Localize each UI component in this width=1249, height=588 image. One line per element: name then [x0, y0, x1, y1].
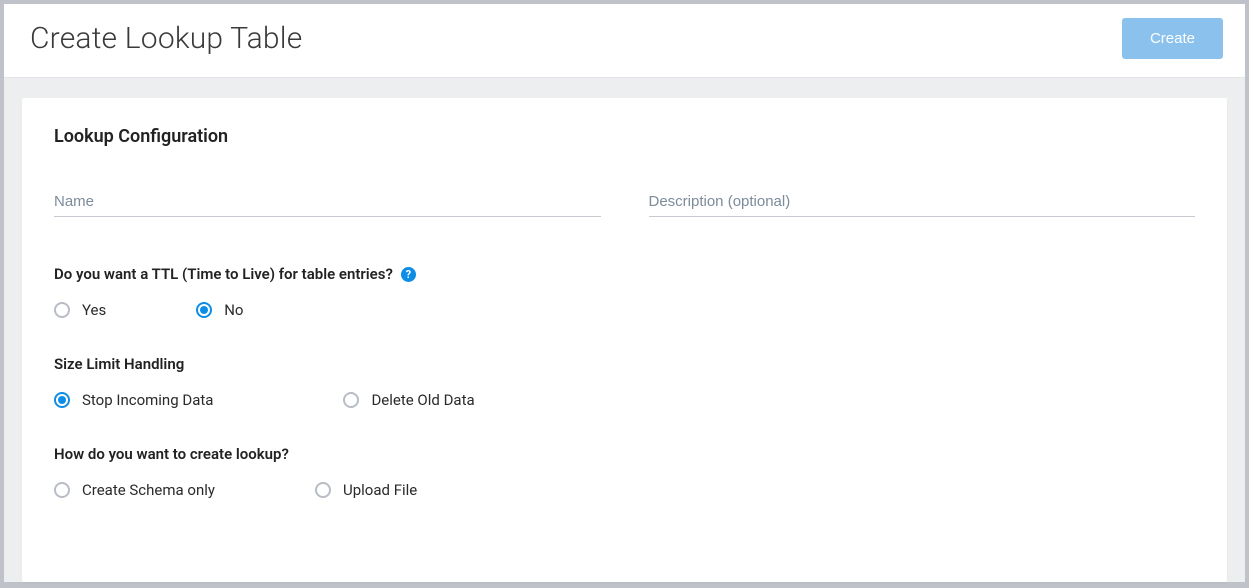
config-card: Lookup Configuration Do you want a TTL (… [22, 98, 1227, 582]
radio-circle-icon [315, 482, 331, 498]
create-method-radio-schema[interactable]: Create Schema only [54, 481, 215, 499]
page-title: Create Lookup Table [30, 21, 302, 56]
name-field-wrap [54, 189, 601, 217]
size-limit-delete-label: Delete Old Data [371, 391, 474, 409]
header-bar: Create Lookup Table Create [4, 4, 1245, 78]
ttl-group: Do you want a TTL (Time to Live) for tab… [54, 265, 1195, 319]
create-method-radio-row: Create Schema only Upload File [54, 481, 1195, 499]
create-button[interactable]: Create [1122, 18, 1223, 59]
ttl-label-text: Do you want a TTL (Time to Live) for tab… [54, 265, 393, 283]
size-limit-label-text: Size Limit Handling [54, 355, 184, 373]
page-frame: Create Lookup Table Create Lookup Config… [0, 0, 1249, 588]
create-method-schema-label: Create Schema only [82, 481, 215, 499]
size-limit-stop-label: Stop Incoming Data [82, 391, 213, 409]
size-limit-radio-row: Stop Incoming Data Delete Old Data [54, 391, 1195, 409]
create-method-group: How do you want to create lookup? Create… [54, 445, 1195, 499]
name-input[interactable] [54, 189, 601, 217]
radio-circle-icon [343, 392, 359, 408]
create-method-label: How do you want to create lookup? [54, 445, 1195, 463]
radio-dot-icon [58, 396, 66, 404]
ttl-label: Do you want a TTL (Time to Live) for tab… [54, 265, 1195, 283]
help-icon[interactable]: ? [401, 267, 416, 282]
content-area: Lookup Configuration Do you want a TTL (… [4, 78, 1245, 582]
create-method-radio-upload[interactable]: Upload File [315, 481, 417, 499]
create-method-label-text: How do you want to create lookup? [54, 445, 289, 463]
description-input[interactable] [649, 189, 1196, 217]
input-row [54, 189, 1195, 217]
radio-circle-icon [54, 302, 70, 318]
ttl-yes-label: Yes [82, 301, 106, 319]
ttl-radio-yes[interactable]: Yes [54, 301, 106, 319]
ttl-no-label: No [224, 301, 243, 319]
radio-circle-selected-icon [54, 392, 70, 408]
size-limit-label: Size Limit Handling [54, 355, 1195, 373]
size-limit-group: Size Limit Handling Stop Incoming Data D… [54, 355, 1195, 409]
radio-circle-icon [54, 482, 70, 498]
size-limit-radio-stop[interactable]: Stop Incoming Data [54, 391, 213, 409]
description-field-wrap [649, 189, 1196, 217]
radio-circle-selected-icon [196, 302, 212, 318]
section-heading: Lookup Configuration [54, 126, 1195, 147]
ttl-radio-row: Yes No [54, 301, 1195, 319]
ttl-radio-no[interactable]: No [196, 301, 243, 319]
create-method-upload-label: Upload File [343, 481, 417, 499]
radio-dot-icon [200, 306, 208, 314]
size-limit-radio-delete[interactable]: Delete Old Data [343, 391, 474, 409]
